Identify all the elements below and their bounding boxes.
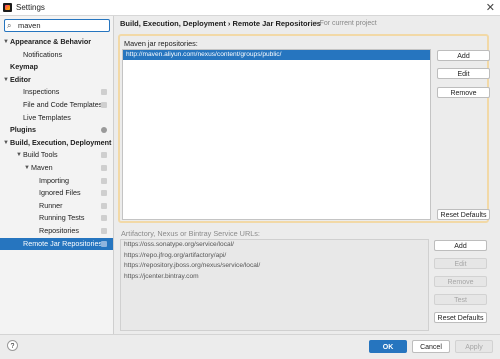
sidebar-item-label: Live Templates — [23, 112, 71, 122]
settings-sidebar: ⌕ maven ▼ Appearance & Behavior Notificati… — [0, 16, 114, 334]
artifactory-edit-button[interactable]: Edit — [434, 258, 487, 269]
list-item[interactable]: https://oss.sonatype.org/service/local/ — [121, 240, 428, 251]
project-settings-icon — [101, 215, 107, 222]
sidebar-item-editor[interactable]: ▼ Editor — [0, 74, 113, 86]
update-count-icon — [101, 127, 107, 134]
sidebar-item-notifications[interactable]: Notifications — [0, 49, 113, 61]
sidebar-item-inspections[interactable]: Inspections — [0, 86, 113, 98]
breadcrumb: Build, Execution, Deployment › Remote Ja… — [120, 19, 321, 28]
sidebar-item-running-tests[interactable]: Running Tests — [0, 212, 113, 224]
window-title: Settings — [16, 3, 45, 12]
search-icon: ⌕ — [7, 21, 12, 30]
sidebar-item-label: Plugins — [10, 125, 36, 135]
sidebar-item-runner[interactable]: Runner — [0, 200, 113, 212]
expand-arrow-icon[interactable]: ▼ — [3, 137, 9, 149]
maven-repositories-label: Maven jar repositories: — [124, 39, 198, 48]
settings-content: Build, Execution, Deployment › Remote Ja… — [114, 16, 500, 334]
ok-button[interactable]: OK — [369, 340, 407, 353]
sidebar-item-label: Inspections — [23, 87, 60, 97]
search-value: maven — [18, 21, 41, 30]
title-bar: Settings ✕ — [0, 0, 500, 16]
project-settings-icon — [101, 228, 107, 234]
maven-repositories-panel: Maven jar repositories: http://maven.ali… — [118, 34, 490, 223]
project-scope-icon: ▭ — [311, 20, 320, 27]
sidebar-item-label: Editor — [10, 74, 31, 84]
maven-repositories-list[interactable]: http://maven.aliyun.com/nexus/content/gr… — [122, 49, 431, 220]
sidebar-item-ignored-files[interactable]: Ignored Files — [0, 187, 113, 199]
sidebar-item-label: Repositories — [39, 226, 79, 235]
sidebar-item-build-execution-deployment[interactable]: ▼ Build, Execution, Deployment — [0, 137, 113, 149]
sidebar-item-label: File and Code Templates — [23, 100, 103, 109]
expand-arrow-icon[interactable]: ▼ — [3, 36, 9, 48]
settings-search-input[interactable]: ⌕ maven — [4, 19, 110, 32]
maven-edit-button[interactable]: Edit — [437, 68, 490, 79]
sidebar-item-plugins[interactable]: Plugins — [0, 124, 113, 136]
sidebar-item-keymap[interactable]: Keymap — [0, 61, 113, 73]
sidebar-item-label: Maven — [31, 163, 53, 172]
project-settings-icon — [101, 202, 107, 209]
project-settings-icon — [101, 152, 107, 159]
list-item[interactable]: https://repo.jfrog.org/artifactory/api/ — [121, 251, 428, 262]
sidebar-item-repositories[interactable]: Repositories — [0, 225, 113, 237]
project-settings-icon — [101, 190, 107, 197]
project-settings-icon — [101, 89, 107, 96]
project-scope-label: ▭ For current project — [311, 19, 377, 27]
maven-remove-button[interactable]: Remove — [437, 87, 490, 98]
intellij-logo-icon — [3, 3, 12, 12]
sidebar-item-label: Notifications — [23, 49, 63, 59]
maven-reset-defaults-button[interactable]: Reset Defaults — [437, 209, 490, 220]
project-settings-icon — [101, 240, 107, 247]
sidebar-item-appearance-behavior[interactable]: ▼ Appearance & Behavior — [0, 36, 113, 48]
artifactory-urls-label: Artifactory, Nexus or Bintray Service UR… — [121, 229, 260, 238]
cancel-button[interactable]: Cancel — [412, 340, 450, 353]
sidebar-item-label: Build, Execution, Deployment — [10, 137, 112, 147]
sidebar-item-remote-jar-repositories[interactable]: Remote Jar Repositories — [0, 237, 113, 250]
help-icon[interactable]: ? — [7, 340, 18, 351]
artifactory-urls-list[interactable]: https://oss.sonatype.org/service/local/ … — [120, 239, 429, 331]
sidebar-item-label: Remote Jar Repositories — [23, 238, 103, 248]
sidebar-item-label: Running Tests — [39, 213, 85, 223]
sidebar-item-live-templates[interactable]: Live Templates — [0, 112, 113, 124]
list-item[interactable]: https://jcenter.bintray.com — [121, 272, 428, 283]
sidebar-item-importing[interactable]: Importing — [0, 175, 113, 187]
project-settings-icon — [101, 165, 107, 171]
artifactory-test-button[interactable]: Test — [434, 294, 487, 305]
sidebar-item-label: Ignored Files — [39, 188, 81, 198]
project-settings-icon — [101, 177, 107, 184]
sidebar-item-label: Build Tools — [23, 150, 58, 160]
sidebar-item-label: Runner — [39, 200, 63, 210]
expand-arrow-icon[interactable]: ▼ — [16, 149, 22, 161]
project-scope-text: For current project — [319, 20, 377, 27]
close-window-icon[interactable]: ✕ — [486, 1, 495, 14]
sidebar-item-file-and-code-templates[interactable]: File and Code Templates — [0, 99, 113, 111]
sidebar-item-label: Importing — [39, 175, 69, 185]
sidebar-item-maven[interactable]: ▼ Maven — [0, 162, 113, 174]
maven-add-button[interactable]: Add — [437, 50, 490, 61]
list-item[interactable]: http://maven.aliyun.com/nexus/content/gr… — [123, 50, 430, 60]
expand-arrow-icon[interactable]: ▼ — [3, 74, 9, 86]
artifactory-reset-defaults-button[interactable]: Reset Defaults — [434, 312, 487, 323]
sidebar-item-label: Keymap — [10, 62, 38, 72]
list-item[interactable]: https://repository.jboss.org/nexus/servi… — [121, 261, 428, 272]
sidebar-item-label: Appearance & Behavior — [10, 37, 92, 46]
artifactory-remove-button[interactable]: Remove — [434, 276, 487, 287]
expand-arrow-icon[interactable]: ▼ — [24, 162, 30, 174]
dialog-footer: ? OK Cancel Apply — [0, 334, 500, 359]
artifactory-add-button[interactable]: Add — [434, 240, 487, 251]
project-settings-icon — [101, 102, 107, 108]
sidebar-item-build-tools[interactable]: ▼ Build Tools — [0, 149, 113, 161]
apply-button[interactable]: Apply — [455, 340, 493, 353]
